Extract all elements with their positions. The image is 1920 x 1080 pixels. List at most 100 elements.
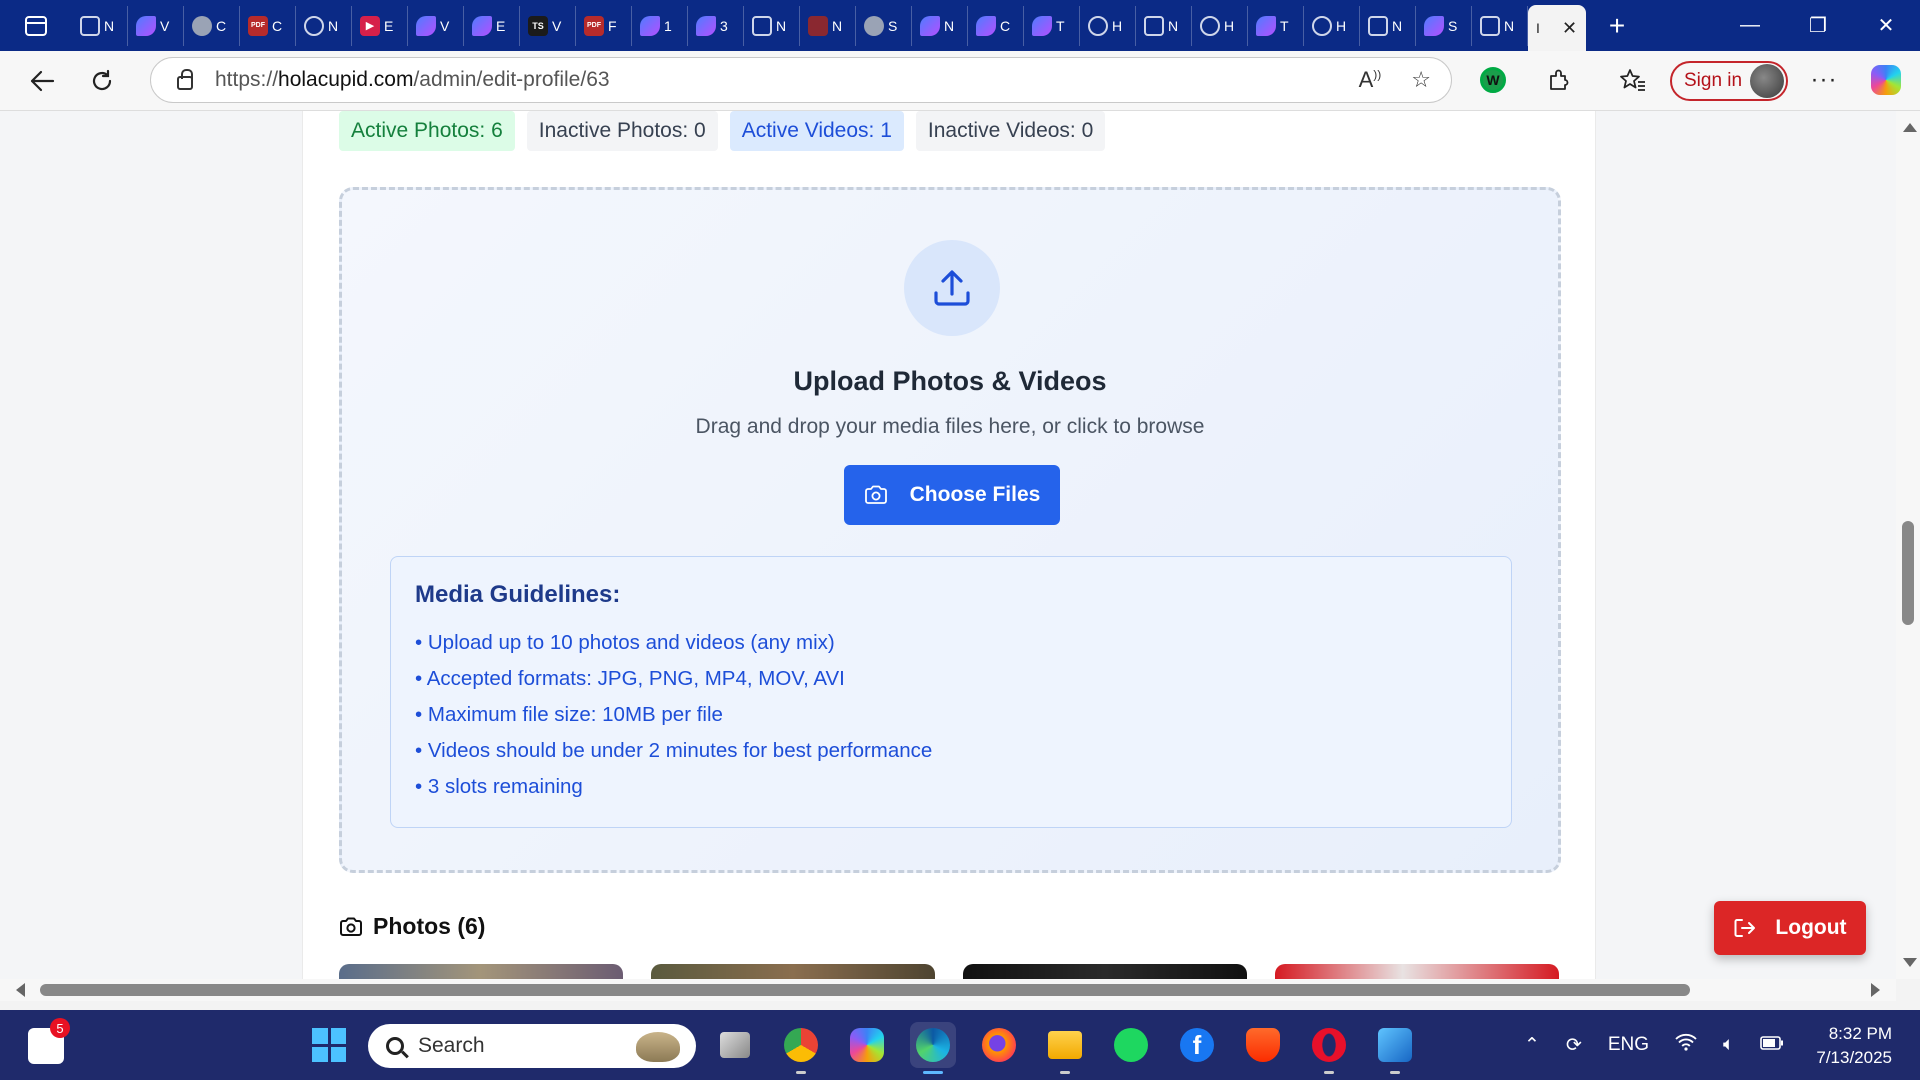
browser-tab[interactable]: PDF C [240, 5, 296, 46]
spotify-icon[interactable] [1108, 1022, 1154, 1068]
choose-files-label: Choose Files [909, 483, 1041, 506]
favorites-icon[interactable] [1612, 59, 1654, 101]
sign-in-button[interactable]: Sign in [1670, 61, 1788, 101]
browser-tab[interactable]: H [1192, 5, 1248, 46]
system-clock[interactable]: 8:32 PM 7/13/2025 [1816, 1022, 1892, 1070]
browser-tab[interactable]: V [408, 5, 464, 46]
vertical-scrollbar[interactable] [1896, 111, 1920, 979]
start-button[interactable] [312, 1028, 346, 1062]
browser-tab[interactable]: V [128, 5, 184, 46]
edge-icon[interactable] [910, 1022, 956, 1074]
choose-files-button[interactable]: Choose Files [844, 465, 1060, 525]
language-indicator[interactable]: ENG [1608, 1034, 1649, 1056]
browser-tab[interactable]: T [1024, 5, 1080, 46]
scroll-left-arrow[interactable] [16, 983, 25, 997]
brave-icon[interactable] [1240, 1022, 1286, 1068]
photos-icon[interactable] [1372, 1022, 1418, 1074]
active-videos-badge: Active Videos: 1 [729, 111, 904, 151]
search-highlight-image [636, 1032, 680, 1062]
system-tray: ⌃ ⟳ ENG 🔈︎ [1524, 1010, 1784, 1080]
search-icon [386, 1037, 404, 1055]
settings-more-button[interactable]: ··· [1803, 59, 1845, 101]
restore-button[interactable]: ❐ [1784, 0, 1852, 51]
chrome-icon[interactable] [778, 1022, 824, 1074]
task-view-icon[interactable] [712, 1022, 758, 1068]
browser-tab[interactable]: TS V [520, 5, 576, 46]
minimize-button[interactable]: — [1716, 0, 1784, 51]
browser-tab[interactable]: N [912, 5, 968, 46]
photo-thumbnail[interactable] [1275, 964, 1559, 979]
browser-tab[interactable]: T [1248, 5, 1304, 46]
browser-tab[interactable]: N [800, 5, 856, 46]
vertical-scroll-thumb[interactable] [1902, 521, 1914, 625]
browser-tab[interactable]: N [1136, 5, 1192, 46]
browser-tab[interactable]: C [968, 5, 1024, 46]
logout-button[interactable]: Logout [1714, 901, 1866, 955]
scroll-up-arrow[interactable] [1903, 123, 1917, 132]
browser-tab[interactable]: N [1472, 5, 1528, 46]
photo-thumbnail[interactable] [963, 964, 1247, 979]
sync-icon[interactable]: ⟳ [1566, 1034, 1582, 1057]
extension-w-button[interactable]: W [1472, 59, 1514, 101]
browser-tab[interactable]: S [856, 5, 912, 46]
close-tab-icon[interactable]: ✕ [1562, 18, 1577, 39]
photo-thumbnail[interactable] [651, 964, 935, 979]
close-window-button[interactable]: ✕ [1852, 0, 1920, 51]
browser-tab[interactable]: C [184, 5, 240, 46]
browser-tab[interactable]: 3 [688, 5, 744, 46]
browser-tab[interactable]: ▶ E [352, 5, 408, 46]
new-tab-button[interactable]: + [1592, 10, 1642, 42]
wifi-icon[interactable] [1675, 1033, 1697, 1057]
inactive-photos-badge: Inactive Photos: 0 [526, 111, 718, 151]
browser-tab[interactable]: N [72, 5, 128, 46]
browser-tab[interactable]: N [744, 5, 800, 46]
browser-tab[interactable]: H [1304, 5, 1360, 46]
tab-actions-icon [25, 15, 47, 36]
extension-w-icon: W [1480, 67, 1506, 93]
favorite-star-icon[interactable]: ☆ [1411, 67, 1431, 93]
browser-tab[interactable]: 1 [632, 5, 688, 46]
browser-tab[interactable]: PDF F [576, 5, 632, 46]
browser-tab[interactable]: E [464, 5, 520, 46]
tab-list: N V C PDF C N ▶ E V E TS V PDF F 1 3 N N S N C T H N H T H N S N [72, 0, 1528, 51]
tab-title: C [216, 17, 227, 34]
back-button[interactable] [12, 61, 72, 101]
refresh-button[interactable] [72, 61, 132, 101]
horizontal-scroll-thumb[interactable] [40, 984, 1690, 996]
lock-icon[interactable] [177, 69, 193, 90]
upload-dropzone[interactable]: Upload Photos & Videos Drag and drop you… [339, 187, 1561, 873]
photo-thumbnail[interactable] [339, 964, 623, 979]
tab-title: S [888, 17, 898, 34]
browser-tab[interactable]: N [296, 5, 352, 46]
read-aloud-icon[interactable]: A)) [1359, 67, 1382, 93]
horizontal-scrollbar[interactable] [0, 979, 1896, 1001]
url-text[interactable]: https://holacupid.com/admin/edit-profile… [215, 68, 610, 92]
guideline-item: • Videos should be under 2 minutes for b… [415, 739, 933, 762]
chevron-up-icon[interactable]: ⌃ [1524, 1034, 1540, 1057]
firefox-icon[interactable] [976, 1022, 1022, 1068]
browser-tab[interactable]: H [1080, 5, 1136, 46]
browser-tab[interactable]: S [1416, 5, 1472, 46]
scroll-right-arrow[interactable] [1871, 983, 1880, 997]
extensions-puzzle-icon[interactable] [1538, 59, 1580, 101]
copilot-button[interactable] [1865, 59, 1907, 101]
more-icon: ··· [1810, 66, 1838, 93]
taskbar-search[interactable]: Search [368, 1024, 696, 1068]
opera-icon[interactable] [1306, 1022, 1352, 1074]
file-explorer-icon[interactable] [1042, 1022, 1088, 1074]
facebook-icon[interactable]: f [1174, 1022, 1220, 1068]
volume-icon[interactable]: 🔈︎ [1723, 1034, 1734, 1056]
copilot-icon[interactable] [844, 1022, 890, 1068]
address-bar[interactable]: https://holacupid.com/admin/edit-profile… [150, 57, 1452, 103]
scroll-down-arrow[interactable] [1903, 958, 1917, 967]
battery-icon[interactable] [1760, 1034, 1784, 1056]
active-tab[interactable]: I ✕ [1528, 5, 1586, 51]
tab-title: C [272, 17, 283, 34]
tab-actions-button[interactable] [0, 0, 72, 51]
tab-title: N [1168, 17, 1179, 34]
gemini-icon [1032, 15, 1052, 36]
upload-icon [934, 270, 970, 306]
notification-badge: 5 [50, 1018, 70, 1038]
window-controls: — ❐ ✕ [1716, 0, 1920, 51]
browser-tab[interactable]: N [1360, 5, 1416, 46]
